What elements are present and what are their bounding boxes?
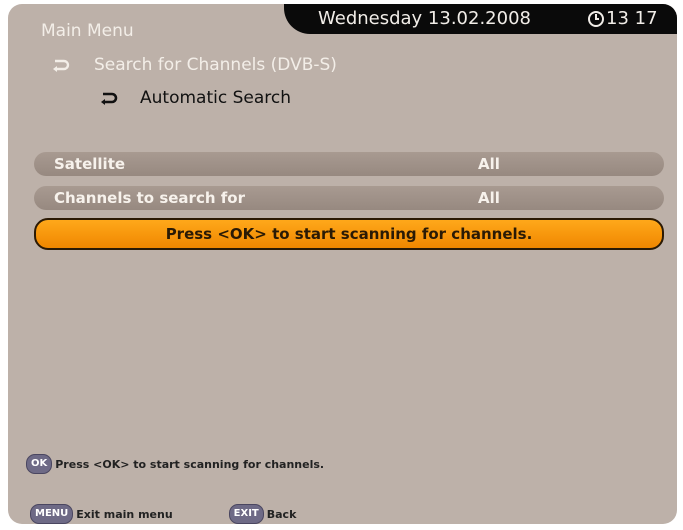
setting-row-channels[interactable]: Channels to search for All [34, 186, 664, 210]
hint-text: Press <OK> to start scanning for channel… [55, 457, 325, 471]
breadcrumb-label: Automatic Search [140, 88, 291, 108]
setting-row-satellite[interactable]: Satellite All [34, 152, 664, 176]
ok-key-icon: OK [26, 454, 53, 474]
exit-key-icon: EXIT [228, 504, 264, 524]
breadcrumb-label: Search for Channels (DVB-S) [94, 55, 337, 75]
footer-label: Back [266, 507, 297, 521]
setting-value: All [478, 189, 500, 207]
setting-value: All [478, 155, 500, 173]
tv-menu-screen: Wednesday 13.02.2008 13 17 Main Menu Sea… [8, 4, 677, 524]
setting-label: Satellite [54, 155, 126, 173]
page-title: Main Menu [41, 21, 134, 41]
setting-label: Channels to search for [54, 189, 245, 207]
menu-key-icon: MENU [30, 504, 74, 524]
back-button[interactable]: EXIT Back [228, 504, 297, 524]
footer-label: Exit main menu [76, 507, 173, 521]
help-hint: OK Press <OK> to start scanning for chan… [26, 454, 324, 474]
time-display: 13 17 [606, 8, 658, 29]
date-display: Wednesday 13.02.2008 [318, 8, 531, 29]
return-arrow-icon [100, 91, 118, 105]
footer-keys: MENU Exit main menu EXIT Back [30, 504, 352, 524]
breadcrumb-search-channels: Search for Channels (DVB-S) [52, 55, 337, 75]
return-arrow-icon [52, 58, 70, 72]
start-scan-button[interactable]: Press <OK> to start scanning for channel… [34, 218, 664, 250]
breadcrumb-automatic-search: Automatic Search [100, 88, 291, 108]
exit-main-menu-button[interactable]: MENU Exit main menu [30, 504, 173, 524]
clock-icon [588, 11, 604, 27]
